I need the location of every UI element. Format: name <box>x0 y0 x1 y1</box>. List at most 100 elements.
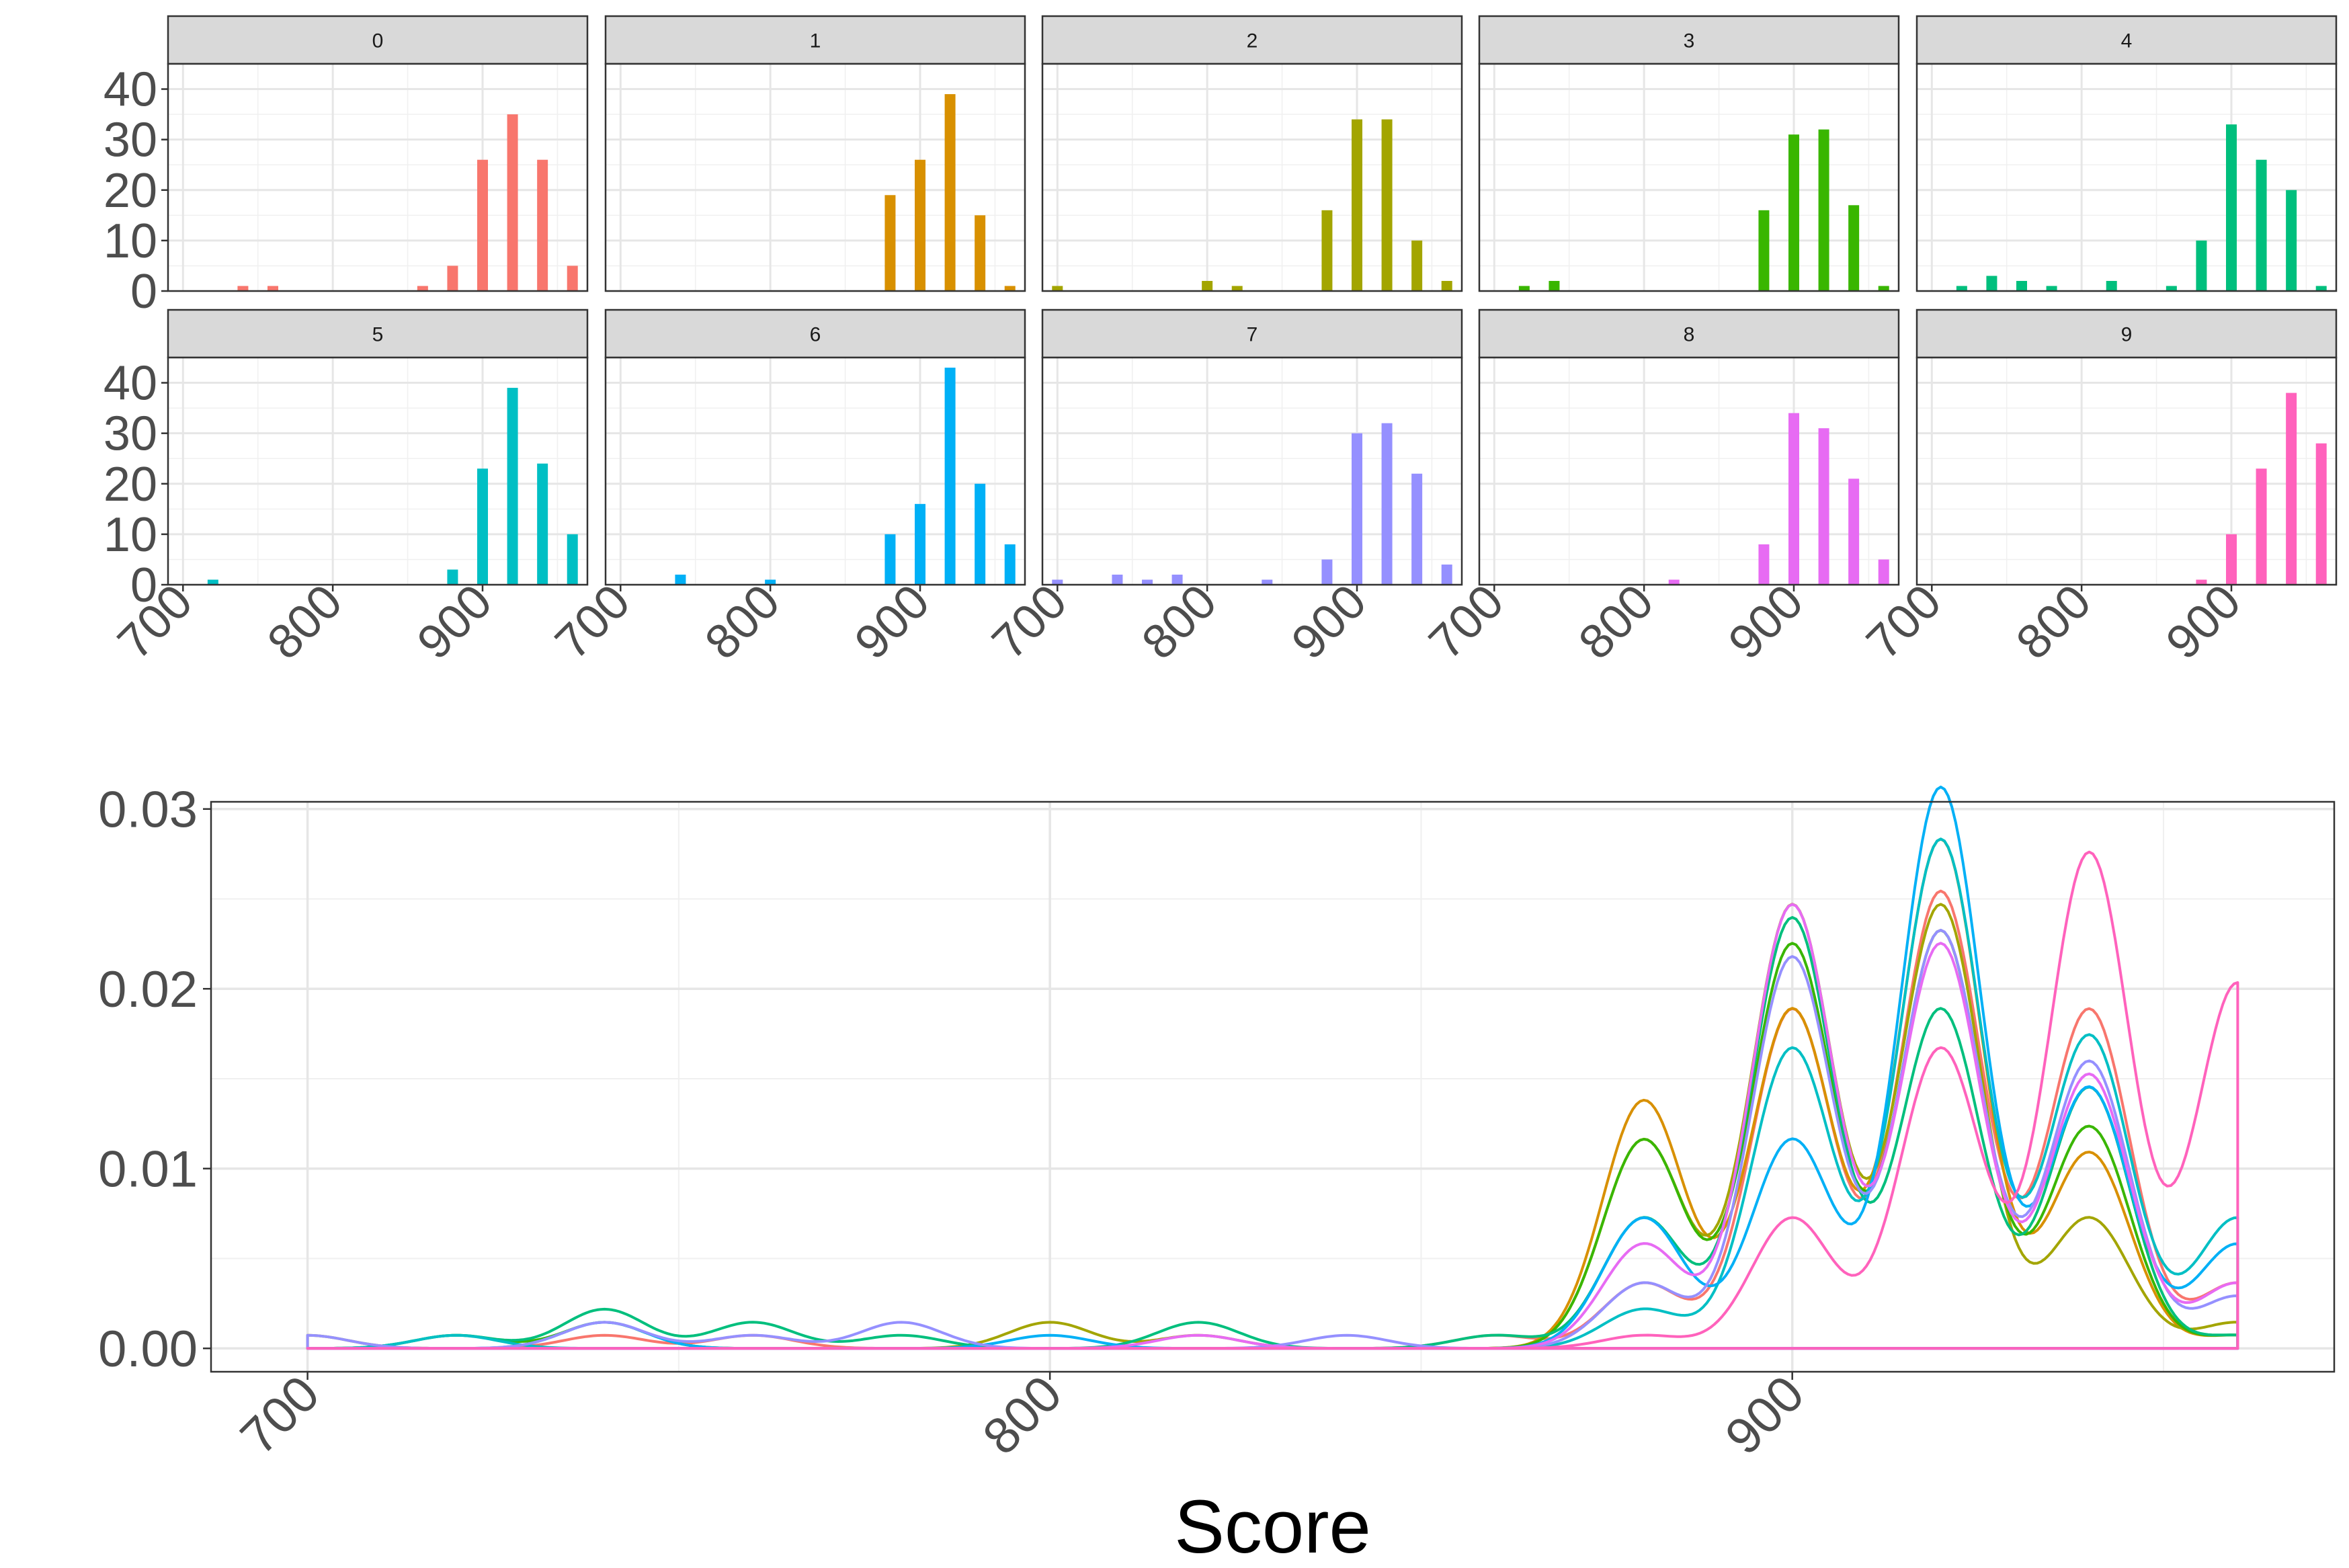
facet-strip-label: 2 <box>1247 30 1258 52</box>
facet-panel-0: 0010203040 <box>104 15 589 319</box>
facet-strip-label: 7 <box>1247 324 1258 346</box>
facet-strip-label: 5 <box>372 324 384 346</box>
x-tick-label: 700 <box>1856 575 1952 670</box>
facet-panel-9: 9 700 800 900 <box>1856 308 2338 670</box>
x-tick-label: 900 <box>1282 575 1377 670</box>
bar <box>2196 240 2207 291</box>
y-tick-label: 0.00 <box>98 1321 198 1378</box>
panel-background <box>1042 64 1462 291</box>
panel-background <box>1479 64 1899 291</box>
bar <box>1411 240 1423 291</box>
facet-panel-2: 2 <box>1041 15 1463 292</box>
bar <box>567 534 578 585</box>
bar <box>1788 413 1799 585</box>
y-tick-label: 30 <box>104 114 157 167</box>
panel-background <box>606 358 1025 585</box>
x-tick-label: 700 <box>545 575 641 670</box>
x-tick-label: 900 <box>1715 1365 1815 1466</box>
bar <box>1986 276 1997 291</box>
y-tick-label: 10 <box>104 214 157 268</box>
x-tick-label: 900 <box>2156 575 2252 670</box>
bar <box>1788 134 1799 291</box>
bar <box>2286 190 2297 291</box>
bar <box>944 94 956 292</box>
panel-background <box>1917 64 2336 291</box>
facet-panel-6: 6 700 800 900 <box>545 308 1026 670</box>
facet-strip-label: 8 <box>1684 324 1695 346</box>
bar <box>1549 280 1560 291</box>
bar <box>915 503 925 585</box>
bar <box>2016 280 2027 291</box>
y-tick-label: 10 <box>104 508 157 562</box>
y-tick-label: 20 <box>104 458 157 511</box>
bar <box>1381 119 1393 291</box>
facet-strip-label: 3 <box>1684 30 1695 52</box>
bar <box>1112 574 1123 585</box>
bar <box>1411 473 1423 585</box>
bar <box>1202 280 1213 291</box>
facet-panel-8: 8 700 800 900 <box>1419 308 1900 670</box>
x-tick-label: 900 <box>1719 575 1814 670</box>
bar <box>884 195 896 291</box>
bar <box>1441 564 1452 585</box>
x-tick-label: 800 <box>1132 575 1227 670</box>
bar <box>2286 393 2297 585</box>
facet-strip-label: 6 <box>810 324 821 346</box>
facet-strip-label: 4 <box>2121 30 2133 52</box>
bar <box>2315 443 2327 585</box>
bar <box>1818 428 1829 585</box>
bar <box>1352 119 1362 291</box>
bar <box>1758 210 1770 291</box>
bar <box>537 463 548 585</box>
bar <box>1352 433 1362 585</box>
bar <box>2256 468 2267 585</box>
bar <box>1321 559 1333 585</box>
facet-panel-7: 7 700 800 900 <box>982 308 1463 670</box>
panel-background <box>1479 358 1899 585</box>
bar <box>537 159 548 291</box>
facet-strip-label: 0 <box>372 30 384 52</box>
x-tick-label: 900 <box>845 575 940 670</box>
bar <box>2226 124 2237 291</box>
y-tick-label: 0.01 <box>98 1141 198 1198</box>
panel-background <box>168 64 587 291</box>
bar <box>2226 534 2237 585</box>
x-tick-label: 900 <box>407 575 503 670</box>
bar <box>2106 280 2117 291</box>
x-tick-label: 800 <box>257 575 353 670</box>
facet-strip-label: 9 <box>2121 324 2133 346</box>
bar <box>975 215 986 291</box>
density-panel-background <box>211 802 2334 1372</box>
panel-background <box>1042 358 1462 585</box>
x-tick-label: 700 <box>108 575 203 670</box>
y-tick-label: 30 <box>104 407 157 461</box>
histogram-facets: 00102030401 2 3 45010203040700 800 9006700 800… <box>104 15 2338 670</box>
facet-panel-4: 4 <box>1915 15 2338 292</box>
figure: 00102030401 2 3 45010203040700 800 9006700 800… <box>98 15 2338 1568</box>
y-tick-label: 0.03 <box>98 782 198 839</box>
bar <box>477 468 488 585</box>
bar <box>1758 544 1770 585</box>
bar <box>477 159 488 291</box>
bar <box>944 368 956 585</box>
facet-panel-3: 3 <box>1478 15 1900 292</box>
facet-panel-5: 5010203040700 800 900 <box>104 308 589 670</box>
x-tick-label: 700 <box>1419 575 1514 670</box>
y-tick-label: 20 <box>104 164 157 218</box>
bar <box>1381 423 1393 585</box>
bar <box>447 265 458 291</box>
bar <box>1848 479 1860 585</box>
bar <box>1818 129 1829 291</box>
y-tick-label: 0 <box>130 265 157 319</box>
x-tick-label: 700 <box>982 575 1077 670</box>
bar <box>1878 559 1889 585</box>
y-tick-label: 40 <box>104 357 157 411</box>
x-tick-label: 800 <box>2006 575 2102 670</box>
x-tick-label: 800 <box>972 1365 1073 1466</box>
bar <box>1848 205 1860 291</box>
x-axis-title: Score <box>1174 1485 1371 1568</box>
panel-background <box>168 358 587 585</box>
y-tick-label: 40 <box>104 63 157 117</box>
bar <box>2256 159 2267 291</box>
y-tick-label: 0.02 <box>98 961 198 1018</box>
